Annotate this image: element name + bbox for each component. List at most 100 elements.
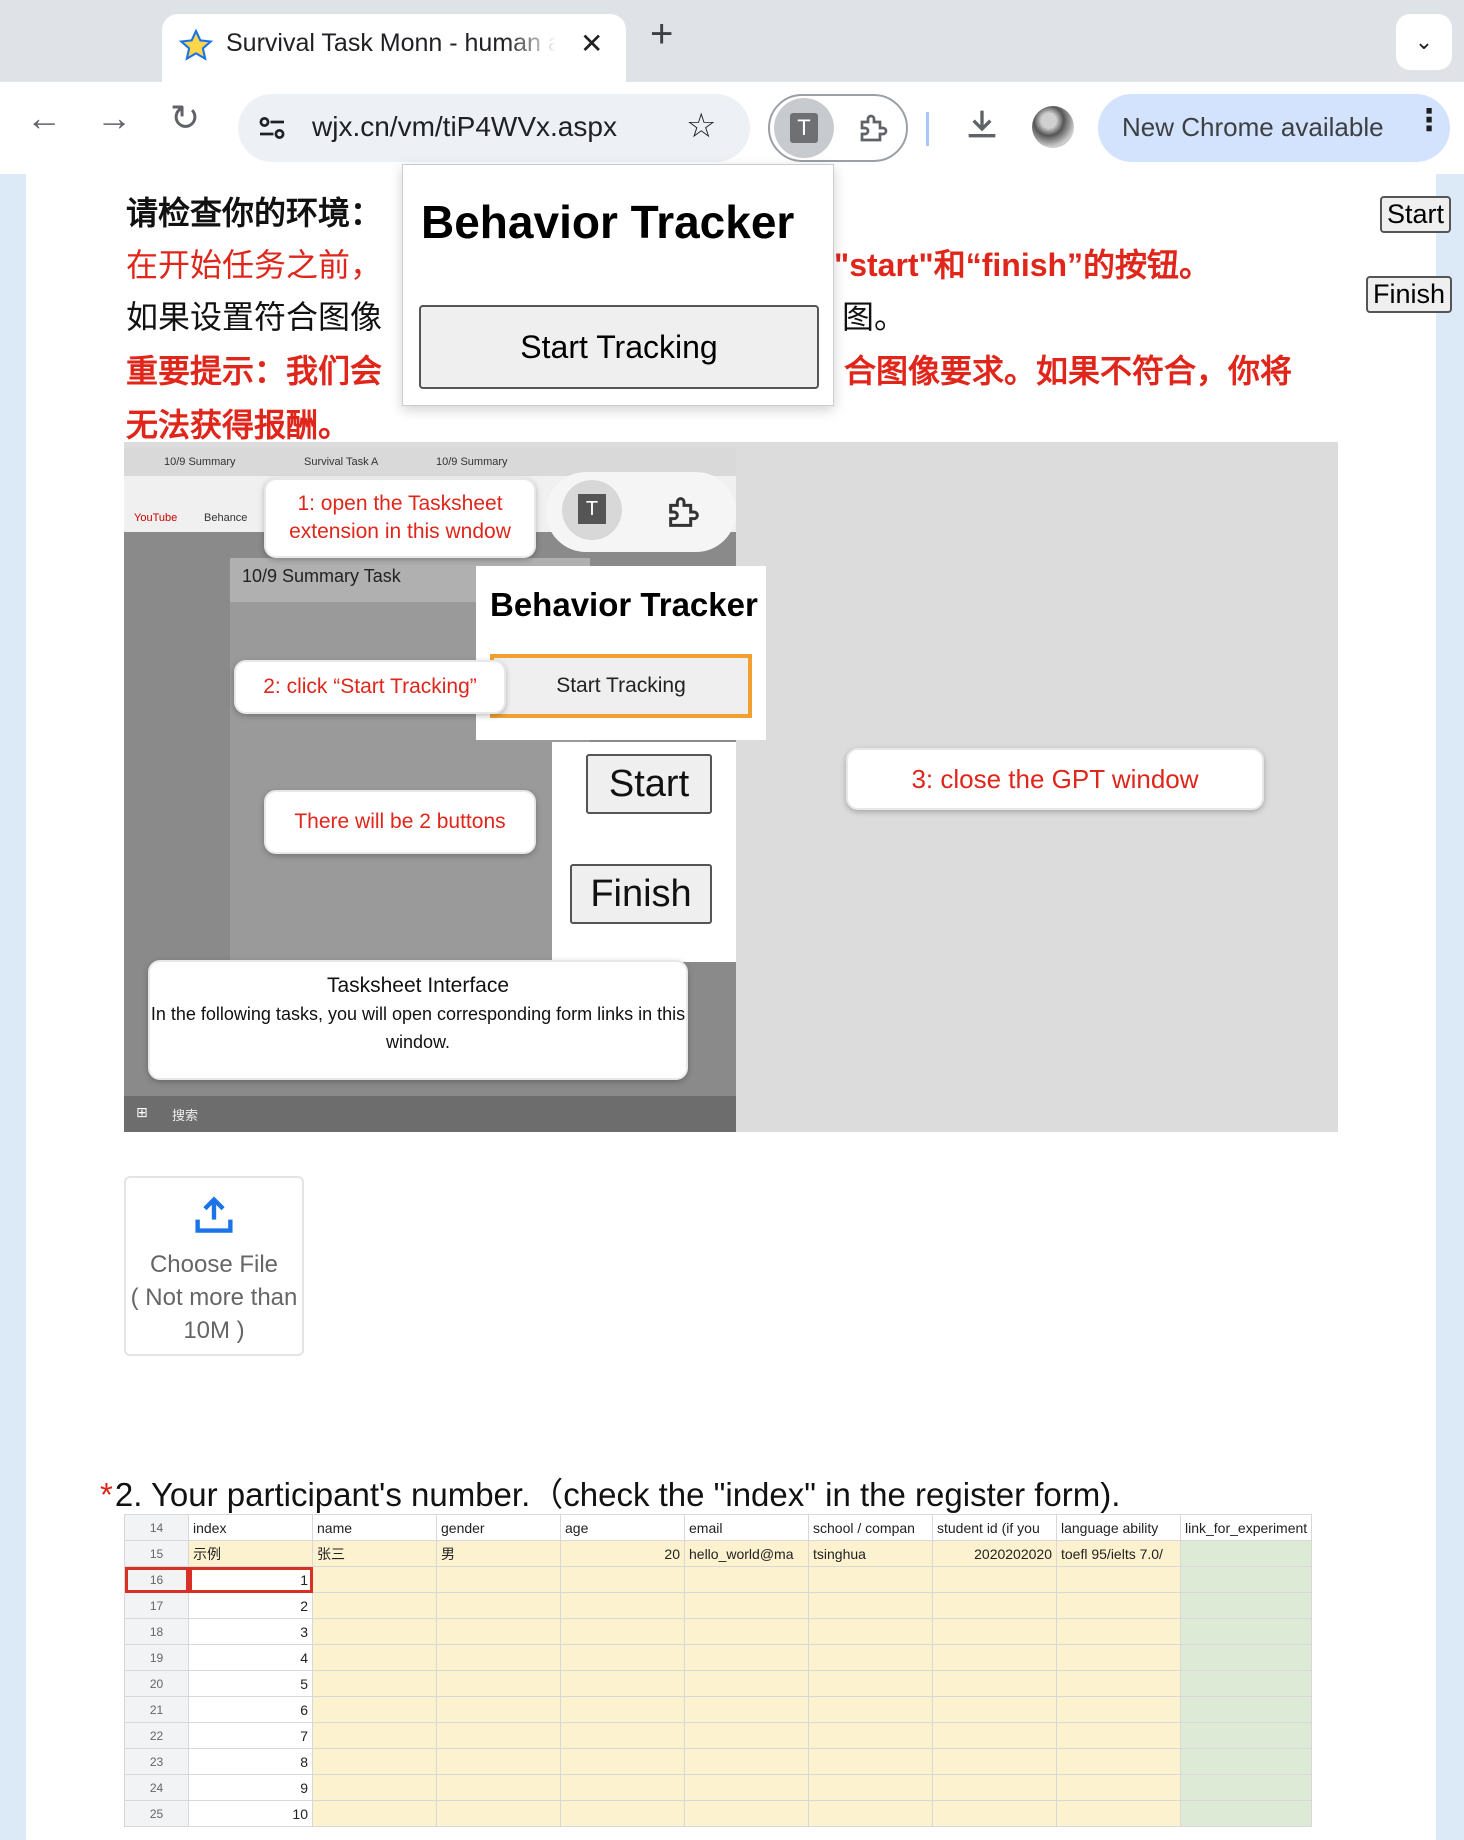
upload-text: Choose File ( Not more than 10M ) <box>126 1248 302 1347</box>
empty-cell <box>312 1670 437 1697</box>
address-bar[interactable]: wjx.cn/vm/tiP4WVx.aspx ☆ <box>238 94 750 162</box>
empty-cell <box>932 1618 1057 1645</box>
table-row: 23 8 <box>124 1748 1313 1775</box>
empty-cell <box>560 1748 685 1775</box>
cell-index: 7 <box>188 1722 313 1749</box>
toolbar-divider <box>926 112 929 146</box>
empty-cell <box>436 1696 561 1723</box>
site-settings-icon[interactable] <box>254 110 290 146</box>
question-2-title: *2. Your participant's number.（check the… <box>100 1468 1120 1516</box>
step-3-callout: 3: close the GPT window <box>846 748 1264 810</box>
empty-cell <box>684 1722 809 1749</box>
zoomed-behavior-tracker-popup: Behavior Tracker Start Tracking <box>476 566 766 740</box>
reload-icon[interactable]: ↻ <box>170 100 200 136</box>
empty-cell <box>684 1800 809 1827</box>
cell-school: tsinghua <box>808 1540 933 1567</box>
file-upload-button[interactable]: Choose File ( Not more than 10M ) <box>124 1176 304 1356</box>
start-tracking-button[interactable]: Start Tracking <box>419 305 819 389</box>
example-taskbar: ⊞ 搜索 <box>124 1096 736 1132</box>
side-start-button[interactable]: Start <box>1380 196 1452 233</box>
empty-cell <box>932 1670 1057 1697</box>
empty-cell <box>808 1618 933 1645</box>
environment-heading: 请检查你的环境： <box>126 195 383 231</box>
table-row: 22 7 <box>124 1722 1313 1749</box>
empty-cell <box>560 1618 685 1645</box>
star-favicon-icon <box>178 28 214 61</box>
empty-cell <box>436 1618 561 1645</box>
tab-search-chevron-down-icon[interactable]: ⌄ <box>1396 14 1452 70</box>
cell-index: 1 <box>188 1566 313 1593</box>
cell-gender: 男 <box>436 1540 561 1567</box>
empty-cell <box>312 1644 437 1671</box>
empty-cell <box>684 1774 809 1801</box>
black-line-left: 如果设置符合图像 <box>126 299 383 335</box>
empty-cell <box>808 1592 933 1619</box>
cell-name: 张三 <box>312 1540 437 1567</box>
zoomed-finish-button: Finish <box>570 864 712 924</box>
tasksheet-extension-button[interactable]: T <box>774 98 834 158</box>
close-tab-icon[interactable]: ✕ <box>580 27 603 60</box>
tab-title: Survival Task Monn - human a <box>226 29 556 57</box>
header-cell: name <box>312 1514 437 1541</box>
empty-cell <box>932 1774 1057 1801</box>
empty-cell <box>932 1644 1057 1671</box>
empty-cell <box>684 1696 809 1723</box>
forward-arrow-icon[interactable]: → <box>96 100 132 136</box>
empty-cell <box>1056 1592 1181 1619</box>
empty-cell <box>312 1774 437 1801</box>
tasksheet-title: Tasksheet Interface <box>326 974 510 997</box>
download-icon[interactable] <box>962 104 1002 144</box>
puzzle-extensions-icon[interactable] <box>856 110 892 146</box>
empty-cell <box>1179 1566 1313 1593</box>
empty-cell <box>312 1748 437 1775</box>
empty-cell <box>312 1566 437 1593</box>
browser-toolbar: ← → ↻ wjx.cn/vm/tiP4WVx.aspx ☆ T New Chr… <box>0 82 1464 174</box>
empty-cell <box>1179 1800 1313 1827</box>
important-right: 合图像要求。如果不符合，你将 <box>844 353 1293 389</box>
empty-cell <box>932 1722 1057 1749</box>
row-number: 17 <box>124 1592 189 1619</box>
empty-cell <box>312 1722 437 1749</box>
empty-cell <box>932 1800 1057 1827</box>
empty-cell <box>560 1722 685 1749</box>
header-cell: email <box>684 1514 809 1541</box>
register-form-image: 14 index name gender age email school / … <box>124 1514 1336 1840</box>
empty-cell <box>808 1644 933 1671</box>
instruction-image: 10/9 Summary Survival Task A 10/9 Summar… <box>124 442 1338 1132</box>
side-finish-button[interactable]: Finish <box>1366 276 1453 313</box>
empty-cell <box>808 1670 933 1697</box>
back-arrow-icon[interactable]: ← <box>26 100 62 136</box>
empty-cell <box>932 1696 1057 1723</box>
header-cell: gender <box>436 1514 561 1541</box>
new-tab-icon[interactable]: + <box>650 14 673 54</box>
required-asterisk: * <box>100 1476 113 1513</box>
empty-cell <box>436 1722 561 1749</box>
empty-cell <box>312 1592 437 1619</box>
bookmark-star-icon[interactable]: ☆ <box>686 106 716 146</box>
empty-cell <box>808 1800 933 1827</box>
empty-cell <box>1056 1618 1181 1645</box>
header-cell: student id (if you <box>932 1514 1057 1541</box>
cell-index: 4 <box>188 1644 313 1671</box>
cell-index: 示例 <box>188 1540 313 1567</box>
empty-cell <box>436 1670 561 1697</box>
empty-cell <box>1056 1800 1181 1827</box>
empty-cell <box>684 1748 809 1775</box>
table-row: 19 4 <box>124 1644 1313 1671</box>
empty-cell <box>1056 1774 1181 1801</box>
empty-cell <box>560 1566 685 1593</box>
empty-cell <box>1056 1722 1181 1749</box>
empty-cell <box>1179 1618 1313 1645</box>
header-row: 14 index name gender age email school / … <box>124 1514 1313 1541</box>
table-row: 16 1 <box>124 1566 1313 1593</box>
empty-cell <box>684 1670 809 1697</box>
chrome-update-button[interactable]: New Chrome available ⋮ <box>1098 94 1450 162</box>
active-tab[interactable]: Survival Task Monn - human a ✕ <box>162 14 626 82</box>
profile-avatar[interactable] <box>1032 106 1074 148</box>
row-number: 14 <box>124 1514 189 1541</box>
empty-cell <box>808 1696 933 1723</box>
popup-title: Behavior Tracker <box>421 196 795 248</box>
more-menu-icon[interactable]: ⋮ <box>1414 106 1444 136</box>
row-number: 15 <box>124 1540 189 1567</box>
empty-cell <box>808 1774 933 1801</box>
